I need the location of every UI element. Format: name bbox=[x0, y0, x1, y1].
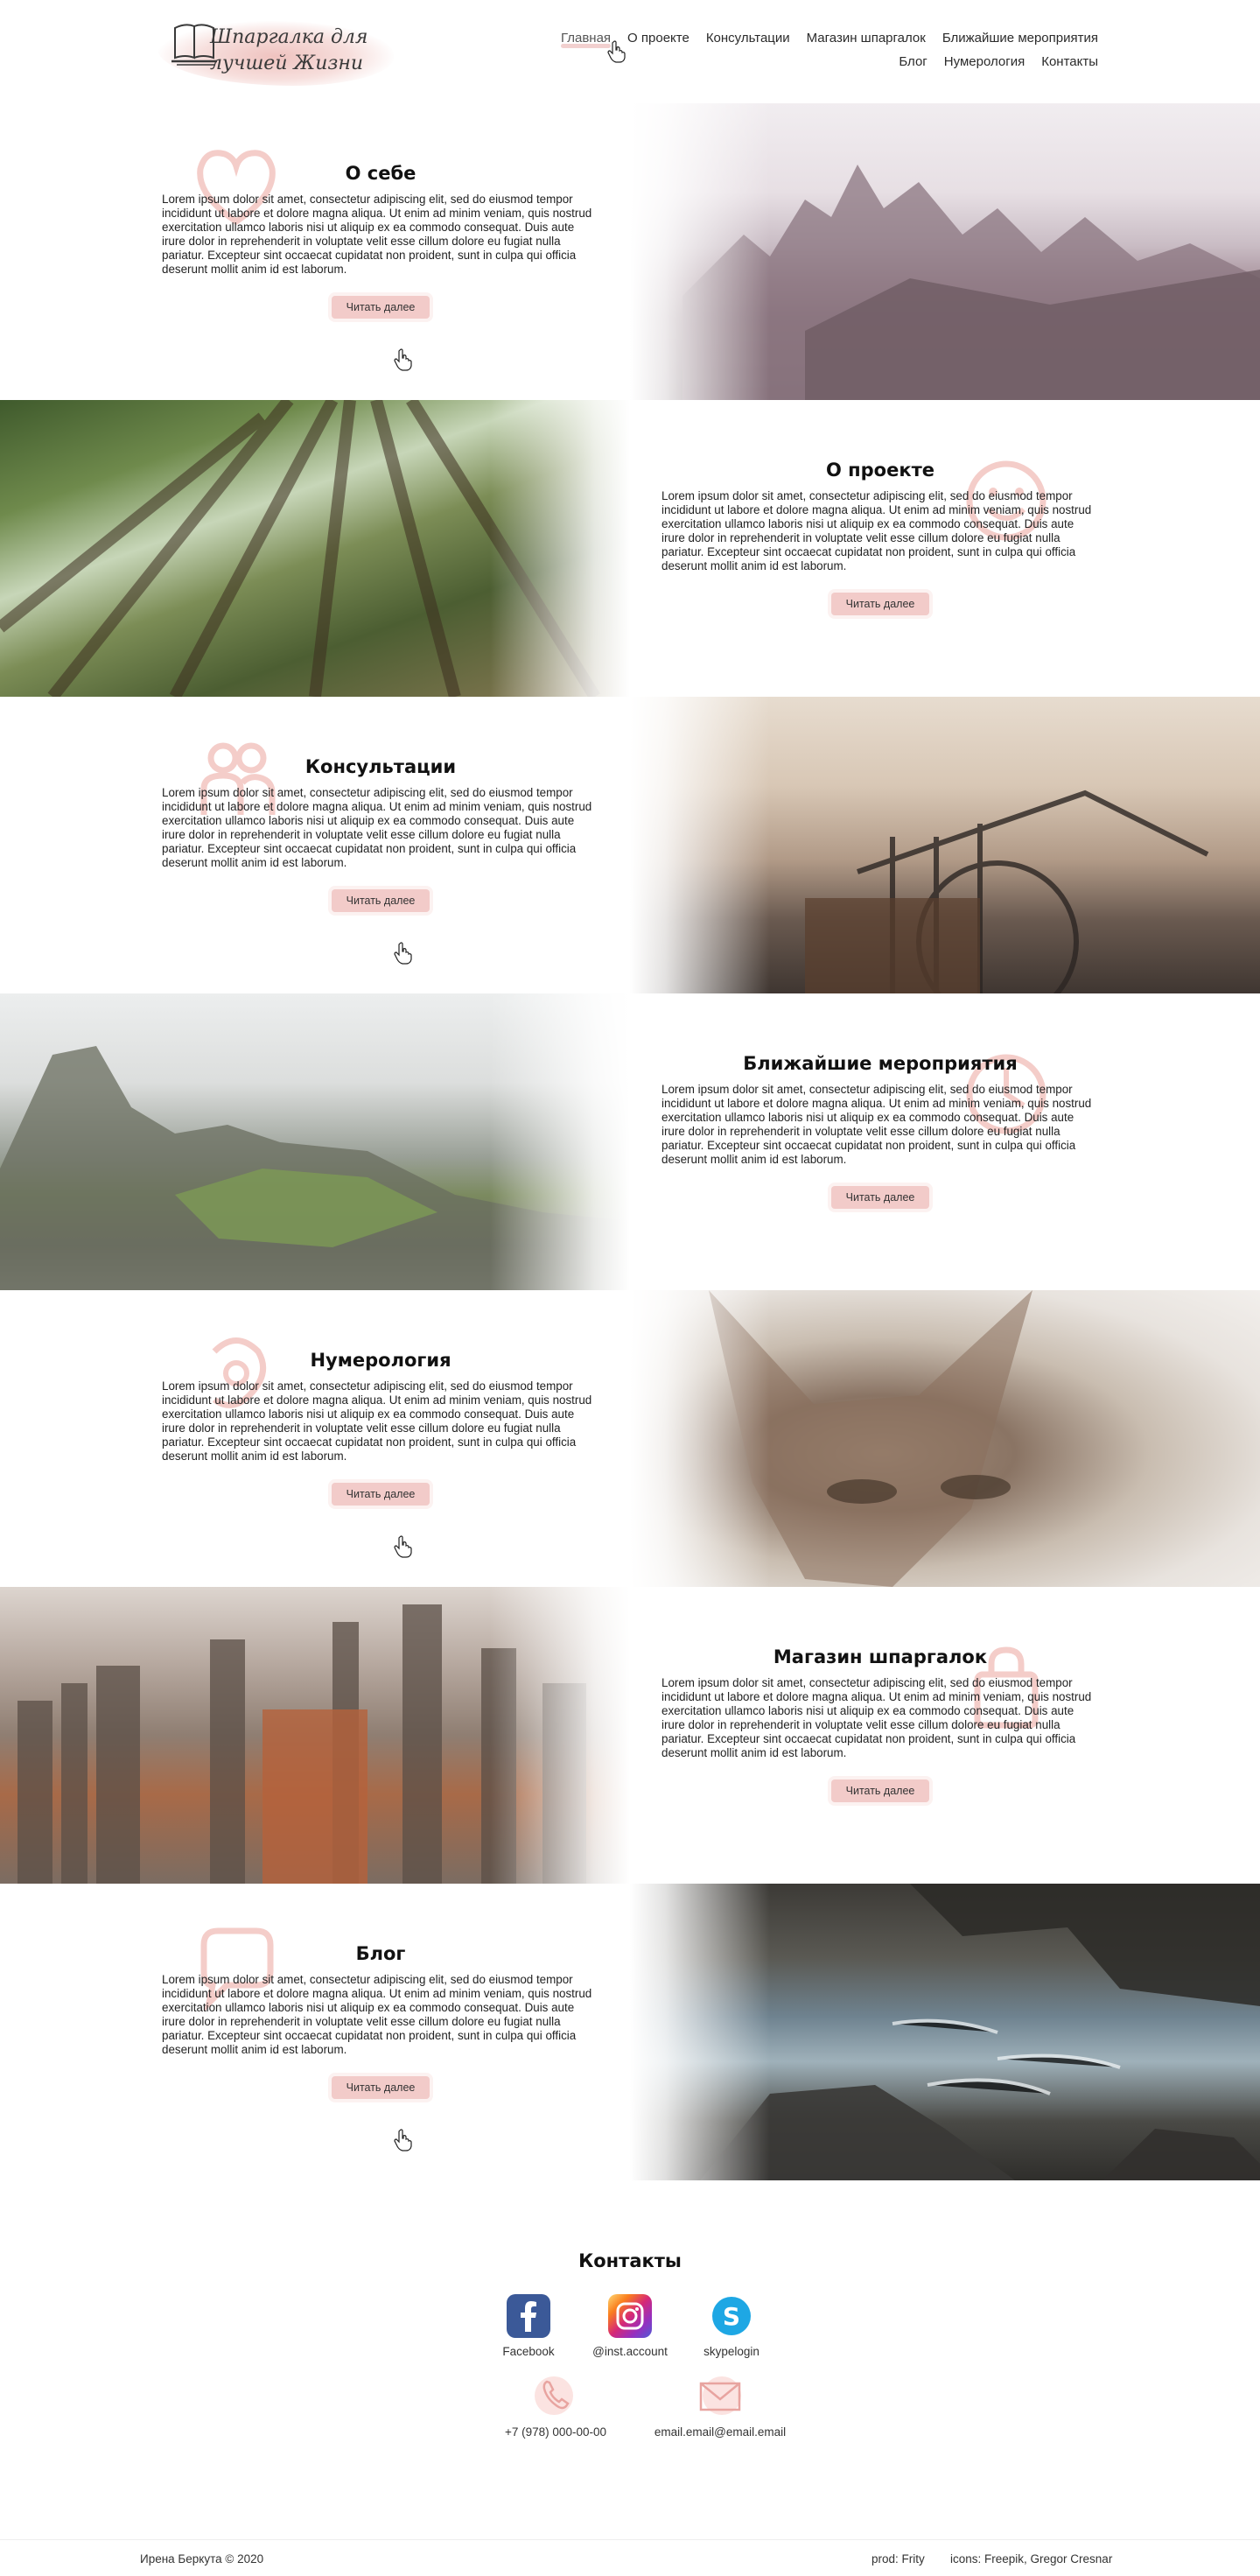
facebook-icon bbox=[507, 2294, 550, 2338]
section-text: Lorem ipsum dolor sit amet, consectetur … bbox=[162, 786, 592, 869]
phone-number: +7 (978) 000-00-00 bbox=[505, 2425, 606, 2439]
image-fade bbox=[490, 993, 630, 1290]
contacts-section: Контакты Facebook @inst.account S skypel… bbox=[0, 2180, 1260, 2539]
site-footer: Ирена Беркута © 2020 prod: Frity icons: … bbox=[0, 2539, 1260, 2576]
email-address: email.email@email.email bbox=[654, 2425, 787, 2439]
hand-cursor-icon bbox=[394, 942, 413, 969]
section-1: О проекте Lorem ipsum dolor sit amet, con… bbox=[0, 400, 1260, 697]
read-more-button[interactable]: Читать далее bbox=[332, 296, 430, 319]
nav-link-nav_row1-1[interactable]: О проекте bbox=[627, 26, 690, 50]
hand-cursor-icon bbox=[394, 2129, 413, 2156]
read-more-button[interactable]: Читать далее bbox=[831, 593, 929, 615]
credits-prod: prod: Frity bbox=[872, 2552, 925, 2565]
section-title: О себе bbox=[345, 163, 416, 184]
section-5: Магазин шпаргалок Lorem ipsum dolor sit a… bbox=[0, 1587, 1260, 1884]
section-title: Нумерология bbox=[310, 1350, 452, 1371]
hand-cursor-icon bbox=[394, 1535, 413, 1562]
section-text: Lorem ipsum dolor sit amet, consectetur … bbox=[162, 1379, 592, 1463]
read-more-button[interactable]: Читать далее bbox=[332, 889, 430, 912]
image-fade bbox=[630, 103, 770, 400]
section-title: О проекте bbox=[825, 460, 935, 481]
contacts-title: Контакты bbox=[578, 2250, 682, 2271]
image-fade bbox=[630, 1290, 770, 1587]
section-title: Ближайшие мероприятия bbox=[743, 1053, 1018, 1074]
nav-link-nav_row2-2[interactable]: Контакты bbox=[1041, 50, 1098, 74]
nav-row-1: Главная О проекте Консультации Магазин шпар… bbox=[556, 26, 1098, 50]
facebook-link[interactable]: Facebook bbox=[485, 2294, 572, 2358]
logo-text: Шпаргалка для лучшей Жизни bbox=[210, 26, 368, 74]
nav-link-nav_row1-3[interactable]: Магазин шпаргалок bbox=[807, 26, 926, 50]
nav-link-nav_row1-2[interactable]: Консультации bbox=[706, 26, 790, 50]
nav-row-2: Блог Нумерология Контакты bbox=[556, 50, 1098, 74]
section-6: Блог Lorem ipsum dolor sit amet, consecte… bbox=[0, 1884, 1260, 2180]
sections-list: О себе Lorem ipsum dolor sit amet, consec… bbox=[0, 103, 1260, 2180]
section-2: Консультации Lorem ipsum dolor sit amet, … bbox=[0, 697, 1260, 993]
image-fade bbox=[490, 1587, 630, 1884]
read-more-button[interactable]: Читать далее bbox=[831, 1186, 929, 1209]
section-3: Ближайшие мероприятия Lorem ipsum dolor s… bbox=[0, 993, 1260, 1290]
skype-label: skypelogin bbox=[704, 2345, 760, 2358]
hand-cursor-icon bbox=[607, 40, 626, 63]
read-more-button[interactable]: Читать далее bbox=[332, 2076, 430, 2099]
image-fade bbox=[630, 697, 770, 993]
nav-link-nav_row1-4[interactable]: Ближайшие мероприятия bbox=[942, 26, 1098, 50]
nav-link-nav_row2-0[interactable]: Блог bbox=[899, 50, 927, 74]
read-more-button[interactable]: Читать далее bbox=[332, 1483, 430, 1506]
section-4: Нумерология Lorem ipsum dolor sit amet, c… bbox=[0, 1290, 1260, 1587]
instagram-icon bbox=[608, 2294, 652, 2338]
credits-icons: icons: Freepik, Gregor Cresnar bbox=[950, 2552, 1113, 2565]
email-contact[interactable]: email.email@email.email bbox=[646, 2373, 794, 2439]
main-nav: Главная О проекте Консультации Магазин шпар… bbox=[556, 26, 1098, 74]
image-fade bbox=[490, 400, 630, 697]
phone-contact[interactable]: +7 (978) 000-00-00 bbox=[499, 2373, 612, 2439]
skype-link[interactable]: S skypelogin bbox=[688, 2294, 775, 2358]
section-text: Lorem ipsum dolor sit amet, consectetur … bbox=[162, 193, 592, 276]
instagram-link[interactable]: @inst.account bbox=[586, 2294, 674, 2358]
nav-link-nav_row1-0[interactable]: Главная bbox=[560, 26, 612, 50]
svg-text:S: S bbox=[723, 2302, 740, 2331]
section-text: Lorem ipsum dolor sit amet, consectetur … bbox=[662, 489, 1092, 572]
instagram-label: @inst.account bbox=[592, 2345, 668, 2358]
facebook-label: Facebook bbox=[502, 2345, 555, 2358]
section-text: Lorem ipsum dolor sit amet, consectetur … bbox=[662, 1676, 1092, 1759]
read-more-button[interactable]: Читать далее bbox=[831, 1779, 929, 1802]
site-header: Шпаргалка для лучшей Жизни Главная О прое… bbox=[0, 0, 1260, 103]
skype-icon: S bbox=[710, 2294, 753, 2338]
section-title: Консультации bbox=[304, 756, 457, 777]
section-text: Lorem ipsum dolor sit amet, consectetur … bbox=[162, 1973, 592, 2056]
site-logo[interactable]: Шпаргалка для лучшей Жизни bbox=[158, 14, 394, 89]
phone-icon bbox=[529, 2373, 582, 2417]
copyright-text: Ирена Беркута © 2020 bbox=[140, 2552, 264, 2565]
section-title: Магазин шпаргалок bbox=[773, 1646, 988, 1667]
section-text: Lorem ipsum dolor sit amet, consectetur … bbox=[662, 1083, 1092, 1166]
section-title: Блог bbox=[355, 1943, 406, 1964]
image-fade bbox=[630, 1884, 770, 2180]
section-0: О себе Lorem ipsum dolor sit amet, consec… bbox=[0, 103, 1260, 400]
envelope-icon bbox=[694, 2373, 746, 2417]
nav-link-nav_row2-1[interactable]: Нумерология bbox=[944, 50, 1025, 74]
hand-cursor-icon bbox=[394, 348, 413, 376]
